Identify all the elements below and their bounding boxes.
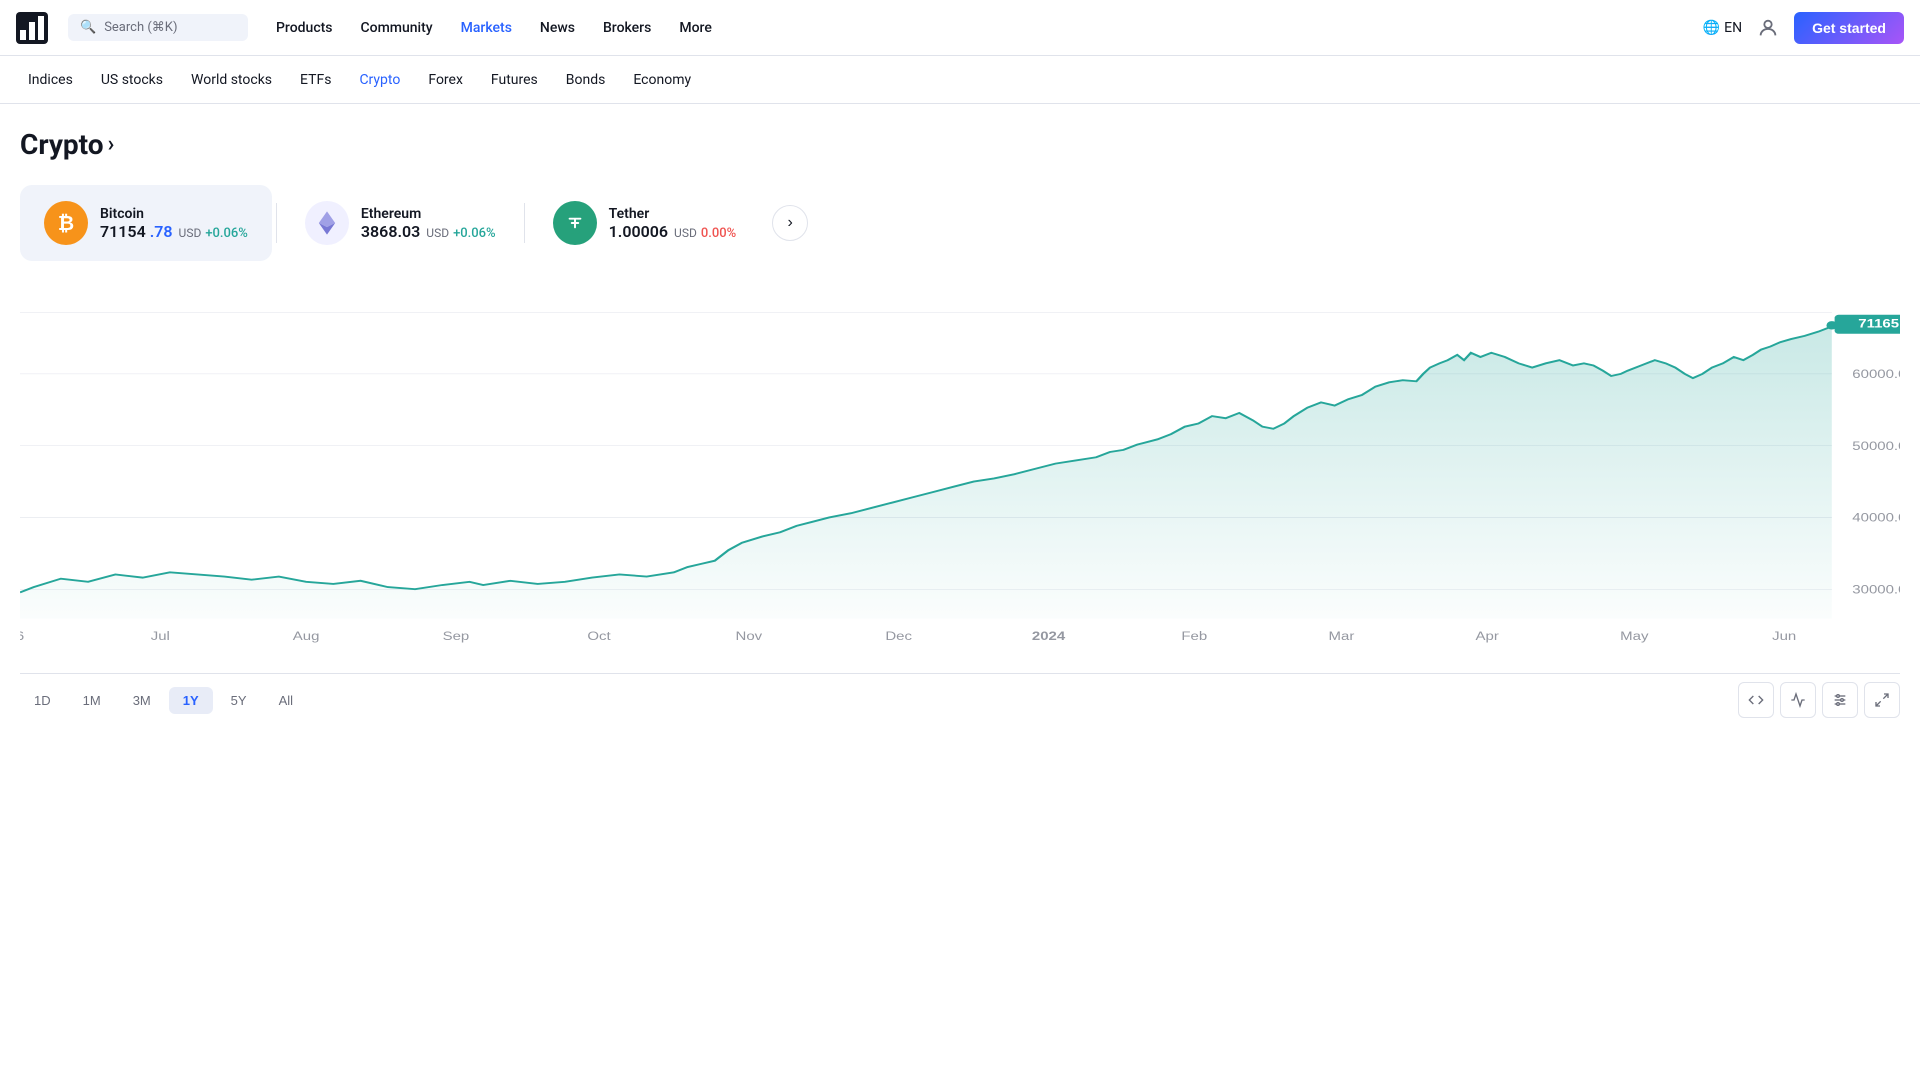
time-1m[interactable]: 1M — [69, 687, 115, 714]
subnav-crypto[interactable]: Crypto — [347, 66, 412, 94]
svg-text:30000.00: 30000.00 — [1852, 583, 1900, 596]
crypto-card-tether[interactable]: Tether 1.00006 USD 0.00% — [529, 185, 761, 261]
globe-icon: 🌐 — [1703, 20, 1720, 36]
nav-right: 🌐 EN Get started — [1703, 12, 1904, 44]
ethereum-price-main: 3868.03 — [361, 222, 420, 241]
ethereum-icon — [305, 201, 349, 245]
fullscreen-button[interactable] — [1864, 682, 1900, 718]
crypto-card-bitcoin[interactable]: ₿ Bitcoin 71154.78 USD +0.06% — [20, 185, 272, 261]
cards-next-button[interactable]: › — [772, 205, 808, 241]
chart-type-button[interactable] — [1780, 682, 1816, 718]
bitcoin-icon: ₿ — [44, 201, 88, 245]
time-3m[interactable]: 3M — [119, 687, 165, 714]
svg-text:6: 6 — [20, 629, 24, 642]
subnav-bonds[interactable]: Bonds — [554, 66, 618, 94]
ethereum-change: +0.06% — [453, 226, 496, 241]
subnav-economy[interactable]: Economy — [621, 66, 703, 94]
svg-text:Aug: Aug — [293, 629, 320, 642]
card-divider-2 — [524, 203, 525, 243]
subnav-indices[interactable]: Indices — [16, 66, 85, 94]
sub-navigation: Indices US stocks World stocks ETFs Cryp… — [0, 56, 1920, 104]
nav-more[interactable]: More — [667, 14, 724, 42]
svg-text:Jun: Jun — [1772, 629, 1796, 642]
svg-text:Dec: Dec — [885, 629, 912, 642]
chart-tools — [1738, 682, 1900, 718]
logo[interactable] — [16, 12, 48, 44]
subnav-world-stocks[interactable]: World stocks — [179, 66, 284, 94]
nav-markets[interactable]: Markets — [449, 14, 524, 42]
ethereum-info: Ethereum 3868.03 USD +0.06% — [361, 206, 496, 241]
nav-news[interactable]: News — [528, 14, 587, 42]
tether-price: 1.00006 USD 0.00% — [609, 222, 737, 241]
bitcoin-name: Bitcoin — [100, 206, 248, 222]
tether-icon — [553, 201, 597, 245]
nav-products[interactable]: Products — [264, 14, 345, 42]
subnav-futures[interactable]: Futures — [479, 66, 550, 94]
crypto-card-ethereum[interactable]: Ethereum 3868.03 USD +0.06% — [281, 185, 520, 261]
time-range-buttons: 1D 1M 3M 1Y 5Y All — [20, 687, 307, 714]
lang-label: EN — [1724, 20, 1742, 36]
settings-button[interactable] — [1822, 682, 1858, 718]
ethereum-price: 3868.03 USD +0.06% — [361, 222, 496, 241]
svg-text:Oct: Oct — [587, 629, 611, 642]
svg-text:Jul: Jul — [151, 629, 170, 642]
card-divider-1 — [276, 203, 277, 243]
svg-text:50000.00: 50000.00 — [1852, 439, 1900, 452]
ethereum-name: Ethereum — [361, 206, 496, 222]
time-all[interactable]: All — [265, 687, 307, 714]
subnav-forex[interactable]: Forex — [416, 66, 475, 94]
svg-text:May: May — [1620, 629, 1649, 642]
user-menu[interactable] — [1754, 14, 1782, 42]
time-1y[interactable]: 1Y — [169, 687, 213, 714]
svg-text:2024: 2024 — [1032, 629, 1066, 642]
price-chart: 71165.34 60000.00 50000.00 40000.00 3000… — [20, 281, 1900, 661]
bitcoin-price-decimal: .78 — [150, 222, 173, 241]
bitcoin-price: 71154.78 USD +0.06% — [100, 222, 248, 241]
svg-text:Mar: Mar — [1329, 629, 1355, 642]
tether-price-main: 1.00006 — [609, 222, 668, 241]
subnav-etfs[interactable]: ETFs — [288, 66, 343, 94]
crypto-cards-container: ₿ Bitcoin 71154.78 USD +0.06% Ethereum — [20, 185, 1900, 261]
svg-text:Feb: Feb — [1181, 629, 1207, 642]
svg-text:71165.34: 71165.34 — [1858, 317, 1900, 330]
bitcoin-currency: USD — [179, 226, 202, 240]
chart-container: 71165.34 60000.00 50000.00 40000.00 3000… — [20, 281, 1900, 661]
search-box[interactable]: 🔍 Search (⌘K) — [68, 14, 248, 41]
nav-brokers[interactable]: Brokers — [591, 14, 663, 42]
tether-currency: USD — [674, 226, 697, 240]
language-selector[interactable]: 🌐 EN — [1703, 20, 1742, 36]
svg-text:Apr: Apr — [1476, 629, 1500, 642]
main-content: Crypto › ₿ Bitcoin 71154.78 USD +0.06% — [0, 104, 1920, 726]
ethereum-currency: USD — [426, 226, 449, 240]
tether-change: 0.00% — [701, 226, 736, 241]
bitcoin-change: +0.06% — [205, 226, 248, 241]
search-icon: 🔍 — [80, 20, 96, 35]
page-title-text: Crypto — [20, 128, 104, 161]
embed-button[interactable] — [1738, 682, 1774, 718]
get-started-button[interactable]: Get started — [1794, 12, 1904, 44]
page-title-arrow: › — [108, 132, 115, 157]
subnav-us-stocks[interactable]: US stocks — [89, 66, 175, 94]
svg-text:Sep: Sep — [443, 629, 470, 642]
tether-info: Tether 1.00006 USD 0.00% — [609, 206, 737, 241]
svg-text:40000.00: 40000.00 — [1852, 511, 1900, 524]
nav-items: Products Community Markets News Brokers … — [264, 14, 1695, 42]
time-5y[interactable]: 5Y — [217, 687, 261, 714]
chart-controls: 1D 1M 3M 1Y 5Y All — [20, 673, 1900, 726]
nav-community[interactable]: Community — [349, 14, 445, 42]
time-1d[interactable]: 1D — [20, 687, 65, 714]
bitcoin-info: Bitcoin 71154.78 USD +0.06% — [100, 206, 248, 241]
bitcoin-price-main: 71154 — [100, 222, 146, 241]
svg-text:Nov: Nov — [736, 629, 763, 642]
top-navigation: 🔍 Search (⌘K) Products Community Markets… — [0, 0, 1920, 56]
page-title[interactable]: Crypto › — [20, 128, 1900, 161]
search-placeholder: Search (⌘K) — [104, 20, 177, 35]
svg-text:60000.00: 60000.00 — [1852, 368, 1900, 381]
tether-name: Tether — [609, 206, 737, 222]
